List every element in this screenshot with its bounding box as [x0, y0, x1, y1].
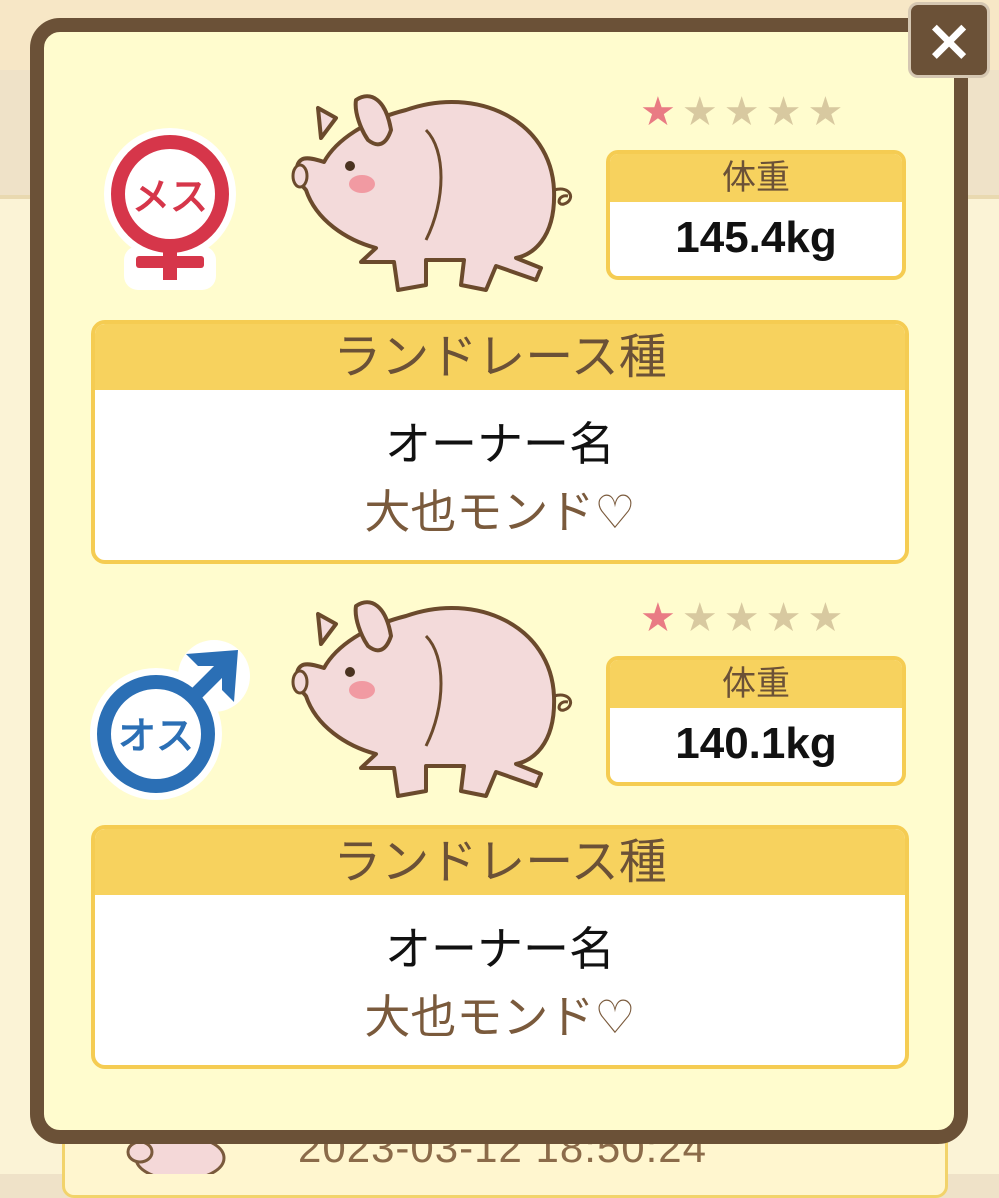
weight-box: 体重 140.1kg: [606, 656, 906, 786]
star-icon: ★: [765, 89, 802, 135]
close-icon: ×: [924, 6, 974, 74]
weight-box: 体重 145.4kg: [606, 150, 906, 280]
star-icon: ★: [640, 89, 676, 135]
star-icon: ★: [807, 595, 844, 641]
female-icon: メス: [104, 128, 236, 290]
weight-label: 体重: [610, 154, 902, 202]
star-icon: ★: [640, 595, 676, 641]
rating-stars: ★ ★ ★ ★ ★: [640, 598, 843, 638]
weight-label: 体重: [610, 660, 902, 708]
rating-stars: ★ ★ ★ ★ ★: [640, 92, 843, 132]
pig-image: [291, 600, 573, 798]
close-button[interactable]: ×: [908, 2, 990, 78]
weight-value: 140.1kg: [675, 719, 837, 768]
star-icon: ★: [723, 595, 760, 641]
star-icon: ★: [681, 89, 718, 135]
star-icon: ★: [681, 595, 718, 641]
owner-name: 大也モンド♡: [364, 485, 636, 539]
breed-name: ランドレース種: [95, 829, 905, 895]
breed-info-box: ランドレース種 オーナー名 大也モンド♡: [91, 825, 909, 1069]
breed-info-box: ランドレース種 オーナー名 大也モンド♡: [91, 320, 909, 564]
weight-value: 145.4kg: [675, 213, 837, 262]
breed-name: ランドレース種: [95, 324, 905, 390]
star-icon: ★: [723, 89, 760, 135]
owner-label: オーナー名: [385, 417, 615, 471]
owner-label: オーナー名: [385, 922, 615, 976]
star-icon: ★: [807, 89, 844, 135]
star-icon: ★: [765, 595, 802, 641]
male-label: オス: [118, 714, 194, 758]
female-label: メス: [132, 175, 208, 219]
male-icon: オス: [90, 640, 250, 800]
owner-name: 大也モンド♡: [364, 990, 636, 1044]
pig-image: [291, 94, 573, 292]
